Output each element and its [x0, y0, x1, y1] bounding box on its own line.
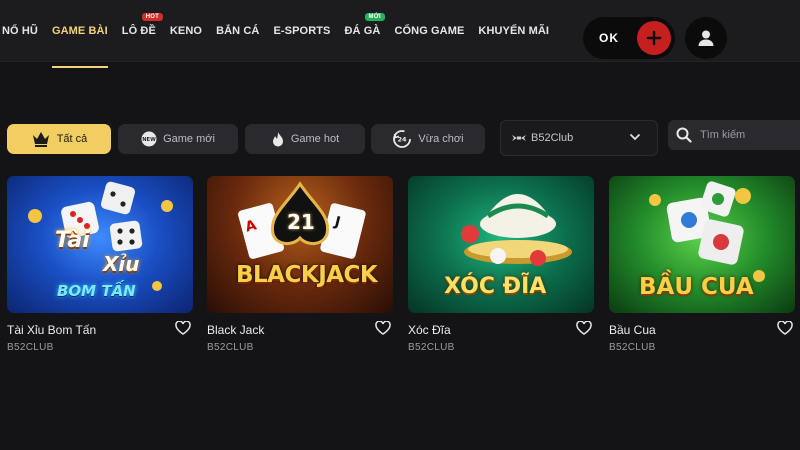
filter-new-games[interactable]: NEW Game mới	[118, 124, 238, 154]
svg-text:NEW: NEW	[142, 137, 156, 143]
recent-icon: 24	[393, 130, 412, 148]
game-thumbnail[interactable]: Tài Xỉu BOM TẤN	[7, 176, 193, 313]
provider-select-value: B52Club	[531, 132, 574, 144]
filter-hot-games[interactable]: Game hot	[245, 124, 365, 154]
search-input[interactable]	[700, 129, 800, 141]
nav-item-da-ga[interactable]: MỚI ĐÁ GÀ	[345, 0, 385, 62]
search-icon	[676, 127, 692, 143]
nav-item-ban-ca[interactable]: BẮN CÁ	[216, 0, 259, 62]
hot-badge: HOT	[141, 13, 164, 21]
game-card-bau-cua[interactable]: BẦU CUA Bầu Cua B52CLUB	[609, 176, 795, 353]
game-provider: B52CLUB	[207, 342, 254, 353]
user-menu-button[interactable]	[685, 17, 727, 59]
game-thumbnail[interactable]: XÓC ĐĨA	[408, 176, 594, 313]
game-thumbnail[interactable]: A J 21 BLACKJACK	[207, 176, 393, 313]
cards-art: A J	[238, 181, 366, 259]
game-provider: B52CLUB	[7, 342, 54, 353]
nav-item-cong-game[interactable]: CỔNG GAME	[394, 0, 464, 62]
game-card-tai-xiu[interactable]: Tài Xỉu BOM TẤN Tài Xỉu Bom Tấn B52CLUB	[7, 176, 193, 353]
heart-icon[interactable]	[175, 321, 191, 335]
nav-item-khuyen-mai[interactable]: KHUYẾN MÃI	[478, 0, 549, 62]
game-title[interactable]: Black Jack	[207, 323, 264, 337]
heart-icon[interactable]	[576, 321, 592, 335]
svg-text:24: 24	[398, 136, 408, 144]
b52-logo-icon	[512, 135, 526, 141]
nav-item-no-hu[interactable]: NỔ HŨ	[2, 0, 38, 62]
game-provider: B52CLUB	[408, 342, 455, 353]
game-title[interactable]: Tài Xỉu Bom Tấn	[7, 323, 96, 337]
heart-icon[interactable]	[777, 321, 793, 335]
main-nav: NỔ HŨ GAME BÀI HOT LÔ ĐỀ KENO BẮN CÁ E-S…	[0, 0, 549, 68]
deposit-button[interactable]	[637, 21, 671, 55]
top-bar: NỔ HŨ GAME BÀI HOT LÔ ĐỀ KENO BẮN CÁ E-S…	[0, 0, 800, 68]
heart-icon[interactable]	[375, 321, 391, 335]
game-provider: B52CLUB	[609, 342, 656, 353]
crown-icon	[32, 132, 49, 147]
user-icon	[698, 30, 714, 46]
chevron-down-icon	[629, 133, 641, 141]
nav-item-lo-de[interactable]: HOT LÔ ĐỀ	[122, 0, 164, 62]
game-card-xoc-dia[interactable]: XÓC ĐĨA Xóc Đĩa B52CLUB	[408, 176, 594, 353]
game-title[interactable]: Xóc Đĩa	[408, 323, 451, 337]
filter-recently-played[interactable]: 24 Vừa chơi	[371, 124, 485, 154]
game-card-blackjack[interactable]: A J 21 BLACKJACK Black Jack B52CLUB	[207, 176, 393, 353]
balance-text: OK	[599, 31, 619, 45]
game-title[interactable]: Bầu Cua	[609, 323, 656, 337]
game-thumbnail[interactable]: BẦU CUA	[609, 176, 795, 313]
flame-icon	[272, 131, 283, 146]
nav-item-esports[interactable]: E-SPORTS	[273, 0, 330, 62]
nav-item-keno[interactable]: KENO	[170, 0, 202, 62]
new-badge: MỚI	[364, 13, 385, 21]
filter-all[interactable]: Tất cả	[7, 124, 111, 154]
new-icon: NEW	[141, 131, 157, 147]
plus-icon	[646, 30, 662, 46]
nav-item-game-bai[interactable]: GAME BÀI	[51, 0, 108, 68]
balance-widget[interactable]: OK	[583, 17, 675, 59]
provider-select[interactable]: B52Club	[500, 120, 658, 156]
search-box	[668, 120, 800, 150]
